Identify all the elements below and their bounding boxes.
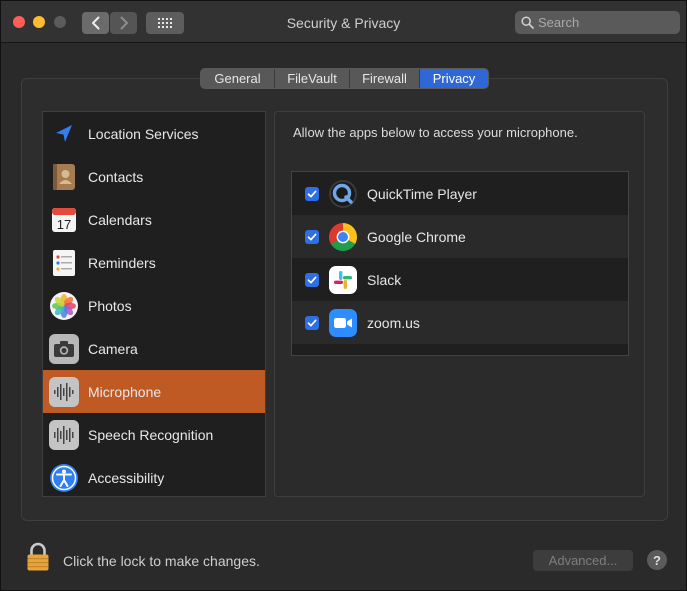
- microphone-access-prompt: Allow the apps below to access your micr…: [293, 125, 578, 140]
- speech-waveform-icon: [49, 419, 79, 450]
- sidebar-item-microphone[interactable]: Microphone: [43, 370, 265, 413]
- location-arrow-icon: [49, 119, 79, 149]
- sidebar-item-label: Calendars: [88, 211, 152, 228]
- lock-button[interactable]: [26, 542, 50, 572]
- preferences-window: Security & Privacy General FileVault Fir…: [0, 0, 687, 591]
- reminders-list-icon: [49, 248, 79, 278]
- sidebar-item-accessibility[interactable]: Accessibility: [43, 456, 265, 496]
- advanced-button[interactable]: Advanced...: [533, 550, 633, 571]
- sidebar-item-label: Location Services: [88, 125, 199, 142]
- checkmark-icon: [307, 190, 317, 197]
- sidebar-item-label: Photos: [88, 297, 132, 314]
- tab-general[interactable]: General: [201, 69, 275, 88]
- sidebar-item-label: Accessibility: [88, 469, 165, 486]
- chrome-icon: [328, 222, 358, 252]
- sidebar-item-label: Contacts: [88, 168, 144, 185]
- photos-flower-icon: [49, 291, 79, 321]
- app-permission-list[interactable]: QuickTime Player Google Chrome Slack zoo…: [291, 171, 629, 356]
- sidebar-item-reminders[interactable]: Reminders: [43, 241, 265, 284]
- app-label: Google Chrome: [367, 228, 466, 245]
- sidebar-item-label: Speech Recognition: [88, 426, 214, 443]
- chrome-checkbox[interactable]: [305, 229, 319, 244]
- tab-bar: General FileVault Firewall Privacy: [200, 68, 489, 89]
- title-bar: Security & Privacy: [1, 1, 686, 43]
- calendar-icon: 17: [49, 205, 79, 235]
- quicktime-checkbox[interactable]: [305, 186, 319, 201]
- app-label: zoom.us: [367, 314, 420, 331]
- app-row-slack[interactable]: Slack: [292, 258, 628, 301]
- app-row-quicktime[interactable]: QuickTime Player: [292, 172, 628, 215]
- tab-firewall[interactable]: Firewall: [350, 69, 420, 88]
- search-icon: [521, 16, 534, 29]
- help-button[interactable]: ?: [647, 550, 667, 570]
- camera-icon: [49, 333, 79, 364]
- checkmark-icon: [307, 233, 317, 240]
- search-input[interactable]: [538, 15, 678, 30]
- svg-text:17: 17: [57, 217, 71, 232]
- sidebar-item-photos[interactable]: Photos: [43, 284, 265, 327]
- app-row-chrome[interactable]: Google Chrome: [292, 215, 628, 258]
- zoom-checkbox[interactable]: [305, 315, 319, 330]
- sidebar-item-contacts[interactable]: Contacts: [43, 155, 265, 198]
- lock-icon: [27, 542, 49, 571]
- search-field[interactable]: [515, 11, 680, 34]
- accessibility-person-icon: [49, 463, 79, 493]
- checkmark-icon: [307, 276, 317, 283]
- zoom-icon: [328, 308, 358, 338]
- microphone-waveform-icon: [49, 376, 79, 407]
- sidebar-item-calendars[interactable]: 17 Calendars: [43, 198, 265, 241]
- sidebar-item-location-services[interactable]: Location Services: [43, 112, 265, 155]
- privacy-category-list[interactable]: Location Services Contacts 17 Calendars …: [42, 111, 266, 497]
- tab-filevault[interactable]: FileVault: [275, 69, 350, 88]
- tab-privacy[interactable]: Privacy: [420, 69, 488, 88]
- sidebar-item-label: Microphone: [88, 383, 162, 400]
- checkmark-icon: [307, 319, 317, 326]
- app-label: Slack: [367, 271, 402, 288]
- quicktime-icon: [328, 179, 358, 209]
- slack-checkbox[interactable]: [305, 272, 319, 287]
- contacts-book-icon: [49, 162, 79, 192]
- app-label: QuickTime Player: [367, 185, 477, 202]
- lock-hint-text: Click the lock to make changes.: [63, 553, 260, 569]
- sidebar-item-label: Camera: [88, 340, 138, 357]
- slack-icon: [328, 265, 358, 295]
- sidebar-item-speech-recognition[interactable]: Speech Recognition: [43, 413, 265, 456]
- sidebar-item-label: Reminders: [88, 254, 156, 271]
- sidebar-item-camera[interactable]: Camera: [43, 327, 265, 370]
- app-row-zoom[interactable]: zoom.us: [292, 301, 628, 344]
